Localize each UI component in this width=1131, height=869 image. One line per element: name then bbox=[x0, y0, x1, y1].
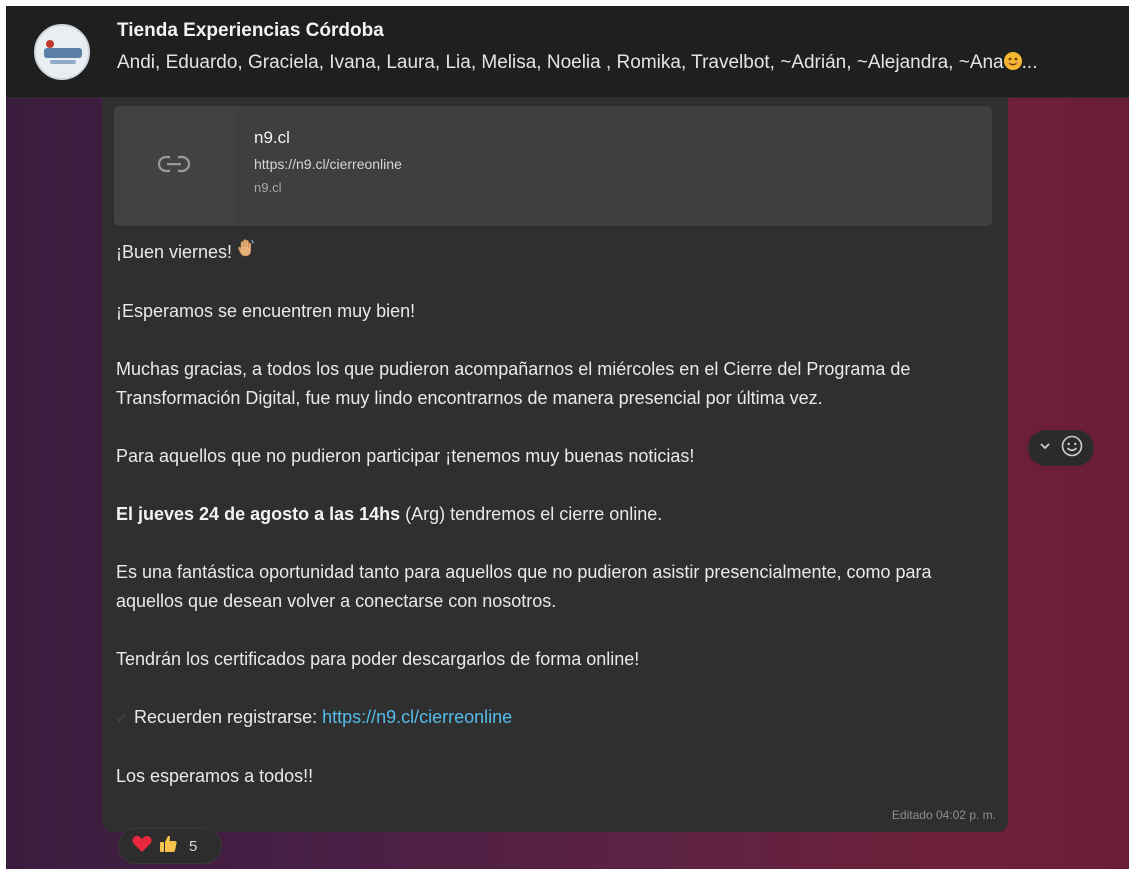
message-line-6: Es una fantástica oportunidad tanto para… bbox=[116, 562, 932, 611]
chat-header[interactable]: Tienda Experiencias Córdoba Andi, Eduard… bbox=[6, 6, 1129, 98]
register-link[interactable]: https://n9.cl/cierreonline bbox=[322, 707, 512, 727]
participants-ellipsis: ... bbox=[1021, 52, 1038, 73]
message-hover-actions bbox=[1028, 430, 1094, 466]
avatar-logo-bar-small bbox=[50, 60, 76, 64]
greeting-text: ¡Buen viernes! bbox=[116, 242, 233, 262]
message-line-8: ✓ Recuerden registrarse: https://n9.cl/ci… bbox=[116, 703, 986, 733]
waving-hand-icon bbox=[237, 238, 255, 268]
reaction-count: 5 bbox=[189, 837, 198, 855]
link-preview-domain: n9.cl bbox=[254, 180, 282, 195]
message-line-2: ¡Esperamos se encuentren muy bien! bbox=[116, 301, 416, 321]
message-line-4: Para aquellos que no pudieron participar… bbox=[116, 446, 695, 466]
avatar-logo-bar bbox=[44, 48, 82, 58]
faint-check-icon: ✓ bbox=[116, 710, 128, 726]
emoji-reaction-icon[interactable] bbox=[1060, 434, 1084, 463]
register-prompt: Recuerden registrarse: bbox=[134, 707, 323, 727]
chevron-down-icon[interactable] bbox=[1038, 439, 1052, 458]
thumbs-up-icon bbox=[157, 834, 179, 859]
message-bubble[interactable]: n9.cl https://n9.cl/cierreonline n9.cl ¡… bbox=[102, 98, 1008, 832]
heart-icon bbox=[131, 834, 153, 859]
message-timestamp: Editado 04:02 p. m. bbox=[891, 808, 996, 822]
participants-names: Andi, Eduardo, Graciela, Ivana, Laura, L… bbox=[117, 52, 1004, 73]
chat-window: Tienda Experiencias Córdoba Andi, Eduard… bbox=[6, 6, 1129, 869]
chat-title[interactable]: Tienda Experiencias Córdoba bbox=[117, 20, 384, 42]
message-line-7: Tendrán los certificados para poder desc… bbox=[116, 649, 640, 669]
message-line-3: Muchas gracias, a todos los que pudieron… bbox=[116, 359, 911, 408]
message-greeting: ¡Buen viernes! bbox=[116, 238, 986, 268]
event-date: El jueves 24 de agosto a las 14hs bbox=[116, 504, 401, 524]
link-preview-url[interactable]: https://n9.cl/cierreonline bbox=[254, 156, 402, 172]
message-text: ¡Buen viernes! ¡Esperamos se encuentren … bbox=[116, 238, 986, 820]
smiling-face-icon bbox=[1003, 52, 1022, 70]
link-icon bbox=[157, 154, 191, 179]
link-preview-meta: n9.cl https://n9.cl/cierreonline n9.cl bbox=[254, 128, 402, 195]
link-preview-title: n9.cl bbox=[254, 128, 290, 147]
link-preview-card[interactable]: n9.cl https://n9.cl/cierreonline n9.cl bbox=[114, 106, 992, 226]
link-preview-thumbnail bbox=[114, 106, 234, 226]
participants-list: Andi, Eduardo, Graciela, Ivana, Laura, L… bbox=[117, 52, 1129, 74]
reactions-pill[interactable]: 5 bbox=[118, 828, 222, 864]
message-line-5: El jueves 24 de agosto a las 14hs (Arg) … bbox=[116, 500, 986, 529]
event-detail: (Arg) tendremos el cierre online. bbox=[400, 504, 663, 524]
group-avatar[interactable] bbox=[34, 24, 90, 80]
avatar-logo-dot bbox=[46, 40, 54, 48]
message-line-9: Los esperamos a todos!! bbox=[116, 766, 314, 786]
